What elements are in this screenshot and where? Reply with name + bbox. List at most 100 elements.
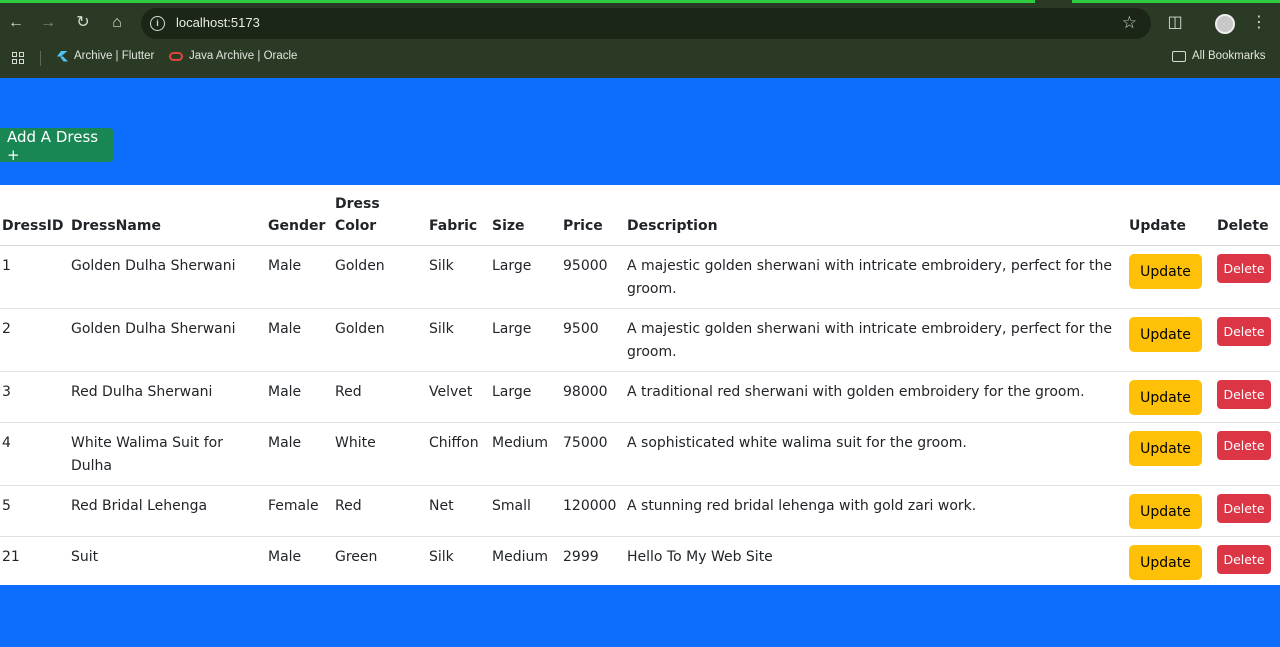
cell-fabric: Net: [427, 485, 490, 537]
cell-description: A sophisticated white walima suit for th…: [625, 422, 1127, 486]
cell-update: Update: [1127, 537, 1215, 588]
cell-price: 120000: [561, 485, 625, 537]
delete-button[interactable]: Delete: [1217, 431, 1271, 460]
cell-id: 3: [0, 371, 69, 423]
cell-update: Update: [1127, 245, 1215, 309]
cell-size: Large: [490, 245, 561, 309]
extensions-icon[interactable]: ◫: [1162, 10, 1188, 36]
flutter-icon: [57, 50, 68, 62]
address-bar[interactable]: i localhost:5173 ☆: [141, 8, 1151, 39]
folder-icon: [1172, 50, 1186, 62]
cell-id: 5: [0, 485, 69, 537]
cell-price: 75000: [561, 422, 625, 486]
cell-price: 2999: [563, 549, 599, 565]
table-row: 1 Golden Dulha Sherwani Male Golden Silk Larg…: [0, 245, 1280, 309]
profile-avatar[interactable]: [1215, 14, 1235, 34]
cell-color: White: [333, 422, 427, 486]
delete-button[interactable]: Delete: [1217, 380, 1271, 409]
table-row: 5 Red Bridal Lehenga Female Red Net Small 1200…: [0, 485, 1280, 537]
header-fabric: Fabric: [427, 185, 490, 246]
cell-update: Update: [1127, 422, 1215, 486]
cell-size: Large: [490, 371, 561, 423]
bookmark-star-icon[interactable]: ☆: [1122, 13, 1137, 33]
header-dress-color-line1: Dress: [335, 196, 380, 212]
table-row: 4 White Walima Suit for Dulha Male White Chi…: [0, 422, 1280, 486]
cell-color: Red: [333, 485, 427, 537]
url-text: localhost:5173: [176, 15, 260, 30]
table-row: 3 Red Dulha Sherwani Male Red Velvet Large 980…: [0, 371, 1280, 423]
cell-description: A majestic golden sherwani with intricat…: [625, 245, 1127, 309]
delete-button[interactable]: Delete: [1217, 254, 1271, 283]
forward-icon[interactable]: →: [35, 10, 61, 36]
bookmark-label: Java Archive | Oracle: [189, 50, 298, 62]
header-update: Update: [1127, 185, 1215, 246]
browser-chrome: ← → ↻ ⌂ i localhost:5173 ☆ ◫ ⋮ Archive |…: [0, 0, 1280, 78]
update-button[interactable]: Update: [1129, 545, 1202, 580]
cell-update: Update: [1127, 371, 1215, 423]
all-bookmarks-label: All Bookmarks: [1192, 50, 1266, 62]
apps-grid-icon[interactable]: [12, 52, 24, 64]
bookmark-flutter[interactable]: Archive | Flutter: [57, 50, 154, 62]
header-gender: Gender: [266, 185, 333, 246]
cell-fabric: Velvet: [427, 371, 490, 423]
cell-delete: Delete: [1215, 422, 1280, 486]
cell-id: 2: [0, 308, 69, 372]
table-header-row: DressID DressName Gender Dress Color Fabr…: [0, 185, 1280, 246]
cell-description: A stunning red bridal lehenga with gold …: [625, 485, 1127, 537]
add-dress-button[interactable]: Add A Dress +: [0, 128, 114, 164]
menu-icon[interactable]: ⋮: [1246, 10, 1272, 36]
update-button[interactable]: Update: [1129, 317, 1202, 352]
cell-size: Large: [490, 308, 561, 372]
update-button[interactable]: Update: [1129, 431, 1202, 466]
back-icon[interactable]: ←: [3, 10, 29, 36]
table-row: 2 Golden Dulha Sherwani Male Golden Silk Larg…: [0, 308, 1280, 372]
site-info-icon[interactable]: i: [150, 16, 165, 31]
dress-table: DressID DressName Gender Dress Color Fabr…: [0, 185, 1280, 587]
cell-delete: Delete: [1215, 245, 1280, 309]
cell-gender: Male: [266, 371, 333, 423]
update-button[interactable]: Update: [1129, 494, 1202, 529]
delete-button[interactable]: Delete: [1217, 545, 1271, 574]
cell-name: Suit: [71, 549, 99, 565]
update-button[interactable]: Update: [1129, 380, 1202, 415]
cell-fabric: Silk: [427, 308, 490, 372]
cell-update: Update: [1127, 485, 1215, 537]
cell-description: A majestic golden sherwani with intricat…: [625, 308, 1127, 372]
cell-gender: Female: [266, 485, 333, 537]
cell-description: Hello To My Web Site: [627, 549, 773, 565]
oracle-icon: [169, 51, 183, 61]
cell-size: Medium: [492, 549, 548, 565]
all-bookmarks[interactable]: All Bookmarks: [1172, 50, 1266, 62]
cell-name: White Walima Suit for Dulha: [69, 422, 266, 486]
header-dressid: DressID: [0, 185, 69, 246]
cell-id: 1: [0, 245, 69, 309]
home-icon[interactable]: ⌂: [104, 10, 130, 36]
bookmarks-bar: Archive | Flutter Java Archive | Oracle …: [0, 47, 1280, 69]
cell-delete: Delete: [1215, 485, 1280, 537]
cell-fabric: Chiffon: [427, 422, 490, 486]
reload-icon[interactable]: ↻: [70, 10, 96, 36]
update-button[interactable]: Update: [1129, 254, 1202, 289]
cell-gender: Male: [268, 549, 302, 565]
cell-update: Update: [1127, 308, 1215, 372]
cell-price: 9500: [561, 308, 625, 372]
bookmark-label: Archive | Flutter: [74, 50, 155, 62]
cell-fabric: Silk: [427, 245, 490, 309]
cell-gender: Male: [266, 245, 333, 309]
cell-size: Medium: [490, 422, 561, 486]
header-dress-color: Dress Color: [333, 185, 427, 246]
cell-gender: Male: [266, 422, 333, 486]
header-delete: Delete: [1215, 185, 1280, 246]
cell-color: Green: [335, 549, 378, 565]
bookmark-oracle[interactable]: Java Archive | Oracle: [169, 50, 297, 62]
cell-delete: Delete: [1215, 308, 1280, 372]
cell-size: Small: [490, 485, 561, 537]
cell-delete: Delete: [1215, 537, 1280, 588]
delete-button[interactable]: Delete: [1217, 317, 1271, 346]
cell-color: Red: [333, 371, 427, 423]
cell-name: Red Bridal Lehenga: [69, 485, 266, 537]
delete-button[interactable]: Delete: [1217, 494, 1271, 523]
cell-name: Golden Dulha Sherwani: [69, 245, 266, 309]
cell-fabric: Silk: [429, 549, 454, 565]
header-price: Price: [561, 185, 625, 246]
